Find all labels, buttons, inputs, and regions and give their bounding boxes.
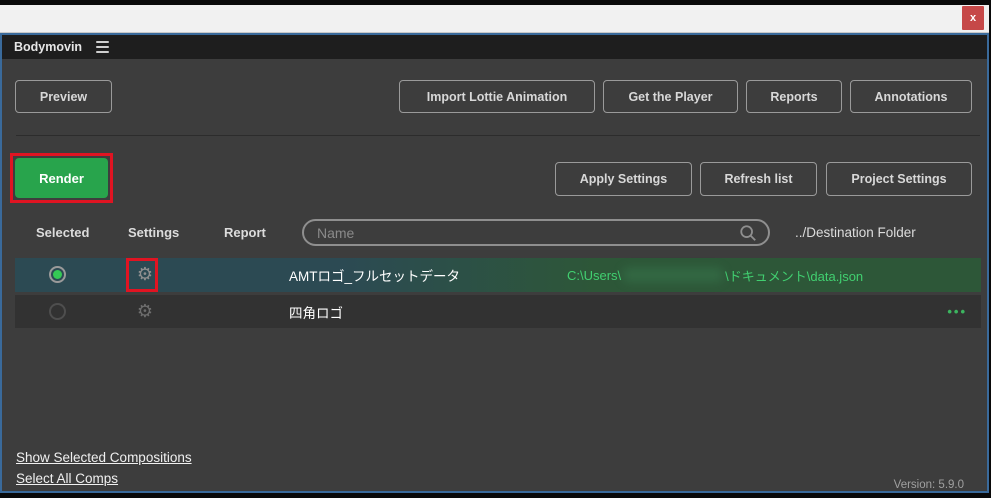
apply-settings-button[interactable]: Apply Settings: [555, 162, 692, 196]
composition-2-radio[interactable]: [49, 303, 66, 320]
annotations-button[interactable]: Annotations: [850, 80, 972, 113]
panel-menu-hamburger-icon[interactable]: [96, 41, 109, 53]
column-header-destination-folder: ../Destination Folder: [795, 225, 916, 240]
column-header-settings: Settings: [128, 225, 179, 240]
search-icon: [739, 224, 757, 242]
composition-1-radio[interactable]: [49, 266, 66, 283]
version-label: Version: 5.9.0: [2, 479, 964, 491]
panel-tab-title: Bodymovin: [14, 40, 82, 54]
bodymovin-extension-window: x Bodymovin Preview Import Lottie Animat…: [0, 0, 991, 498]
composition-2-settings-gear-icon[interactable]: ⚙: [134, 295, 156, 328]
composition-1-settings-gear-icon[interactable]: ⚙: [134, 258, 156, 292]
refresh-list-button[interactable]: Refresh list: [700, 162, 817, 196]
destination-path-prefix: C:\Users\: [567, 268, 621, 283]
project-settings-button[interactable]: Project Settings: [826, 162, 972, 196]
get-the-player-button[interactable]: Get the Player: [603, 80, 738, 113]
redacted-username-blur: [623, 268, 723, 282]
radio-selected-dot: [53, 270, 62, 279]
preview-button[interactable]: Preview: [15, 80, 112, 113]
destination-path: C:\Users\ \ドキュメント\data.json: [567, 258, 863, 292]
show-selected-compositions-link[interactable]: Show Selected Compositions: [16, 450, 192, 465]
toolbar-divider: [16, 135, 980, 136]
composition-name: 四角ロゴ: [289, 295, 343, 328]
composition-row[interactable]: ⚙ 四角ロゴ •••: [15, 295, 981, 328]
import-lottie-animation-button[interactable]: Import Lottie Animation: [399, 80, 595, 113]
destination-path-suffix: \ドキュメント\data.json: [725, 266, 863, 285]
close-icon: x: [970, 12, 976, 24]
column-header-report: Report: [224, 225, 266, 240]
reports-button[interactable]: Reports: [746, 80, 842, 113]
name-search-input[interactable]: [302, 219, 770, 246]
close-window-button[interactable]: x: [962, 6, 984, 30]
render-button[interactable]: Render: [15, 158, 108, 198]
composition-row-selected[interactable]: ⚙ AMTロゴ_フルセットデータ C:\Users\ \ドキュメント\data.…: [15, 258, 981, 292]
row-menu-ellipsis-icon[interactable]: •••: [947, 295, 967, 328]
column-header-selected: Selected: [36, 225, 89, 240]
bodymovin-panel: Bodymovin Preview Import Lottie Animatio…: [0, 33, 989, 493]
panel-tab-bar: Bodymovin: [2, 35, 987, 59]
composition-name: AMTロゴ_フルセットデータ: [289, 258, 460, 292]
window-titlebar: x: [0, 5, 989, 33]
